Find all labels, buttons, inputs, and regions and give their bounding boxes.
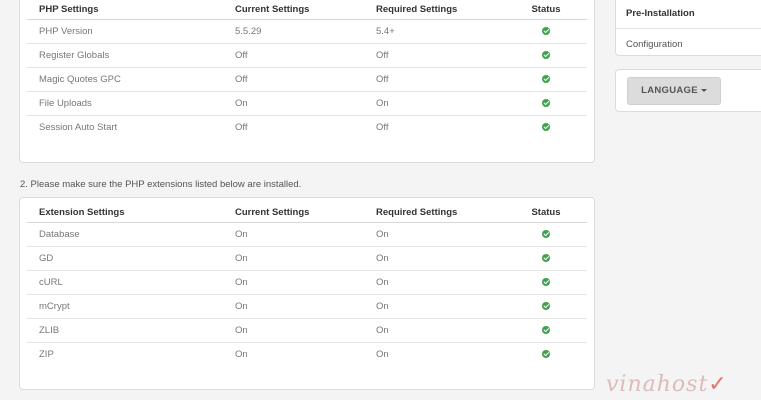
column-header-required-settings: Required Settings xyxy=(376,4,458,16)
current-value: On xyxy=(223,269,364,294)
step-pre-installation[interactable]: Pre-Installation xyxy=(616,0,761,28)
current-value: On xyxy=(223,245,364,270)
status-cell xyxy=(505,269,587,294)
setting-name: Register Globals xyxy=(27,42,223,67)
check-circle-icon xyxy=(542,26,550,35)
column-header-required-settings: Required Settings xyxy=(376,207,458,219)
php-settings-header-row: PHP Settings Current Settings Required S… xyxy=(27,1,587,19)
check-circle-icon xyxy=(542,74,550,83)
required-value: Off xyxy=(364,114,505,139)
table-row: File Uploads On On xyxy=(27,90,587,115)
table-row: mCrypt On On xyxy=(27,293,587,318)
setting-name: PHP Version xyxy=(27,18,223,43)
required-value: On xyxy=(364,293,505,318)
extension-settings-table: Extension Settings Current Settings Requ… xyxy=(27,204,587,366)
status-cell xyxy=(505,42,587,67)
table-row: ZLIB On On xyxy=(27,317,587,342)
check-circle-icon xyxy=(542,253,550,262)
extension-name: mCrypt xyxy=(27,293,223,318)
check-mark-icon: ✓ xyxy=(708,372,728,397)
installation-steps-nav: Pre-Installation Configuration xyxy=(615,0,761,56)
current-value: Off xyxy=(223,66,364,91)
language-panel: LANGUAGE xyxy=(615,69,761,112)
setting-name: File Uploads xyxy=(27,90,223,115)
required-value: On xyxy=(364,90,505,115)
status-cell xyxy=(505,90,587,115)
extension-settings-header-row: Extension Settings Current Settings Requ… xyxy=(27,204,587,222)
language-button-label: LANGUAGE xyxy=(641,85,698,96)
setting-name: Magic Quotes GPC xyxy=(27,66,223,91)
watermark-logo: vinahost✓ xyxy=(606,372,728,397)
required-value: On xyxy=(364,341,505,366)
required-value: On xyxy=(364,317,505,342)
current-value: On xyxy=(223,221,364,246)
required-value: On xyxy=(364,245,505,270)
column-header-php-settings: PHP Settings xyxy=(39,4,99,16)
table-row: ZIP On On xyxy=(27,341,587,366)
check-circle-icon xyxy=(542,301,550,310)
check-circle-icon xyxy=(542,325,550,334)
current-value: Off xyxy=(223,42,364,67)
required-value: 5.4+ xyxy=(364,18,505,43)
extension-name: GD xyxy=(27,245,223,270)
table-row: Register Globals Off Off xyxy=(27,42,587,67)
check-circle-icon xyxy=(542,277,550,286)
status-cell xyxy=(505,245,587,270)
column-header-status: Status xyxy=(531,207,561,219)
status-cell xyxy=(505,221,587,246)
current-value: On xyxy=(223,293,364,318)
table-row: Database On On xyxy=(27,221,587,246)
status-cell xyxy=(505,18,587,43)
column-header-status: Status xyxy=(531,4,561,16)
status-cell xyxy=(505,66,587,91)
extension-settings-panel: Extension Settings Current Settings Requ… xyxy=(19,197,595,390)
check-circle-icon xyxy=(542,123,550,132)
current-value: 5.5.29 xyxy=(223,18,364,43)
check-circle-icon xyxy=(542,350,550,359)
table-row: Session Auto Start Off Off xyxy=(27,114,587,139)
column-header-extension-settings: Extension Settings xyxy=(39,207,125,219)
table-row: GD On On xyxy=(27,245,587,270)
extension-name: cURL xyxy=(27,269,223,294)
extension-instruction-text: 2. Please make sure the PHP extensions l… xyxy=(20,179,302,190)
watermark-text: vinahost xyxy=(606,372,709,397)
table-row: PHP Version 5.5.29 5.4+ xyxy=(27,18,587,43)
extension-name: Database xyxy=(27,221,223,246)
status-cell xyxy=(505,341,587,366)
check-circle-icon xyxy=(542,50,550,59)
php-settings-table: PHP Settings Current Settings Required S… xyxy=(27,1,587,139)
php-settings-panel: PHP Settings Current Settings Required S… xyxy=(19,0,595,163)
table-row: Magic Quotes GPC Off Off xyxy=(27,66,587,91)
current-value: On xyxy=(223,317,364,342)
required-value: Off xyxy=(364,42,505,67)
language-dropdown-button[interactable]: LANGUAGE xyxy=(627,77,721,105)
setting-name: Session Auto Start xyxy=(27,114,223,139)
table-row: cURL On On xyxy=(27,269,587,294)
column-header-current-settings: Current Settings xyxy=(235,4,310,16)
column-header-current-settings: Current Settings xyxy=(235,207,310,219)
current-value: Off xyxy=(223,114,364,139)
current-value: On xyxy=(223,341,364,366)
check-circle-icon xyxy=(542,229,550,238)
current-value: On xyxy=(223,90,364,115)
required-value: On xyxy=(364,221,505,246)
status-cell xyxy=(505,317,587,342)
step-configuration[interactable]: Configuration xyxy=(616,28,761,60)
extension-name: ZLIB xyxy=(27,317,223,342)
caret-down-icon xyxy=(700,88,707,92)
extension-name: ZIP xyxy=(27,341,223,366)
status-cell xyxy=(505,293,587,318)
required-value: On xyxy=(364,269,505,294)
status-cell xyxy=(505,114,587,139)
required-value: Off xyxy=(364,66,505,91)
check-circle-icon xyxy=(542,98,550,107)
